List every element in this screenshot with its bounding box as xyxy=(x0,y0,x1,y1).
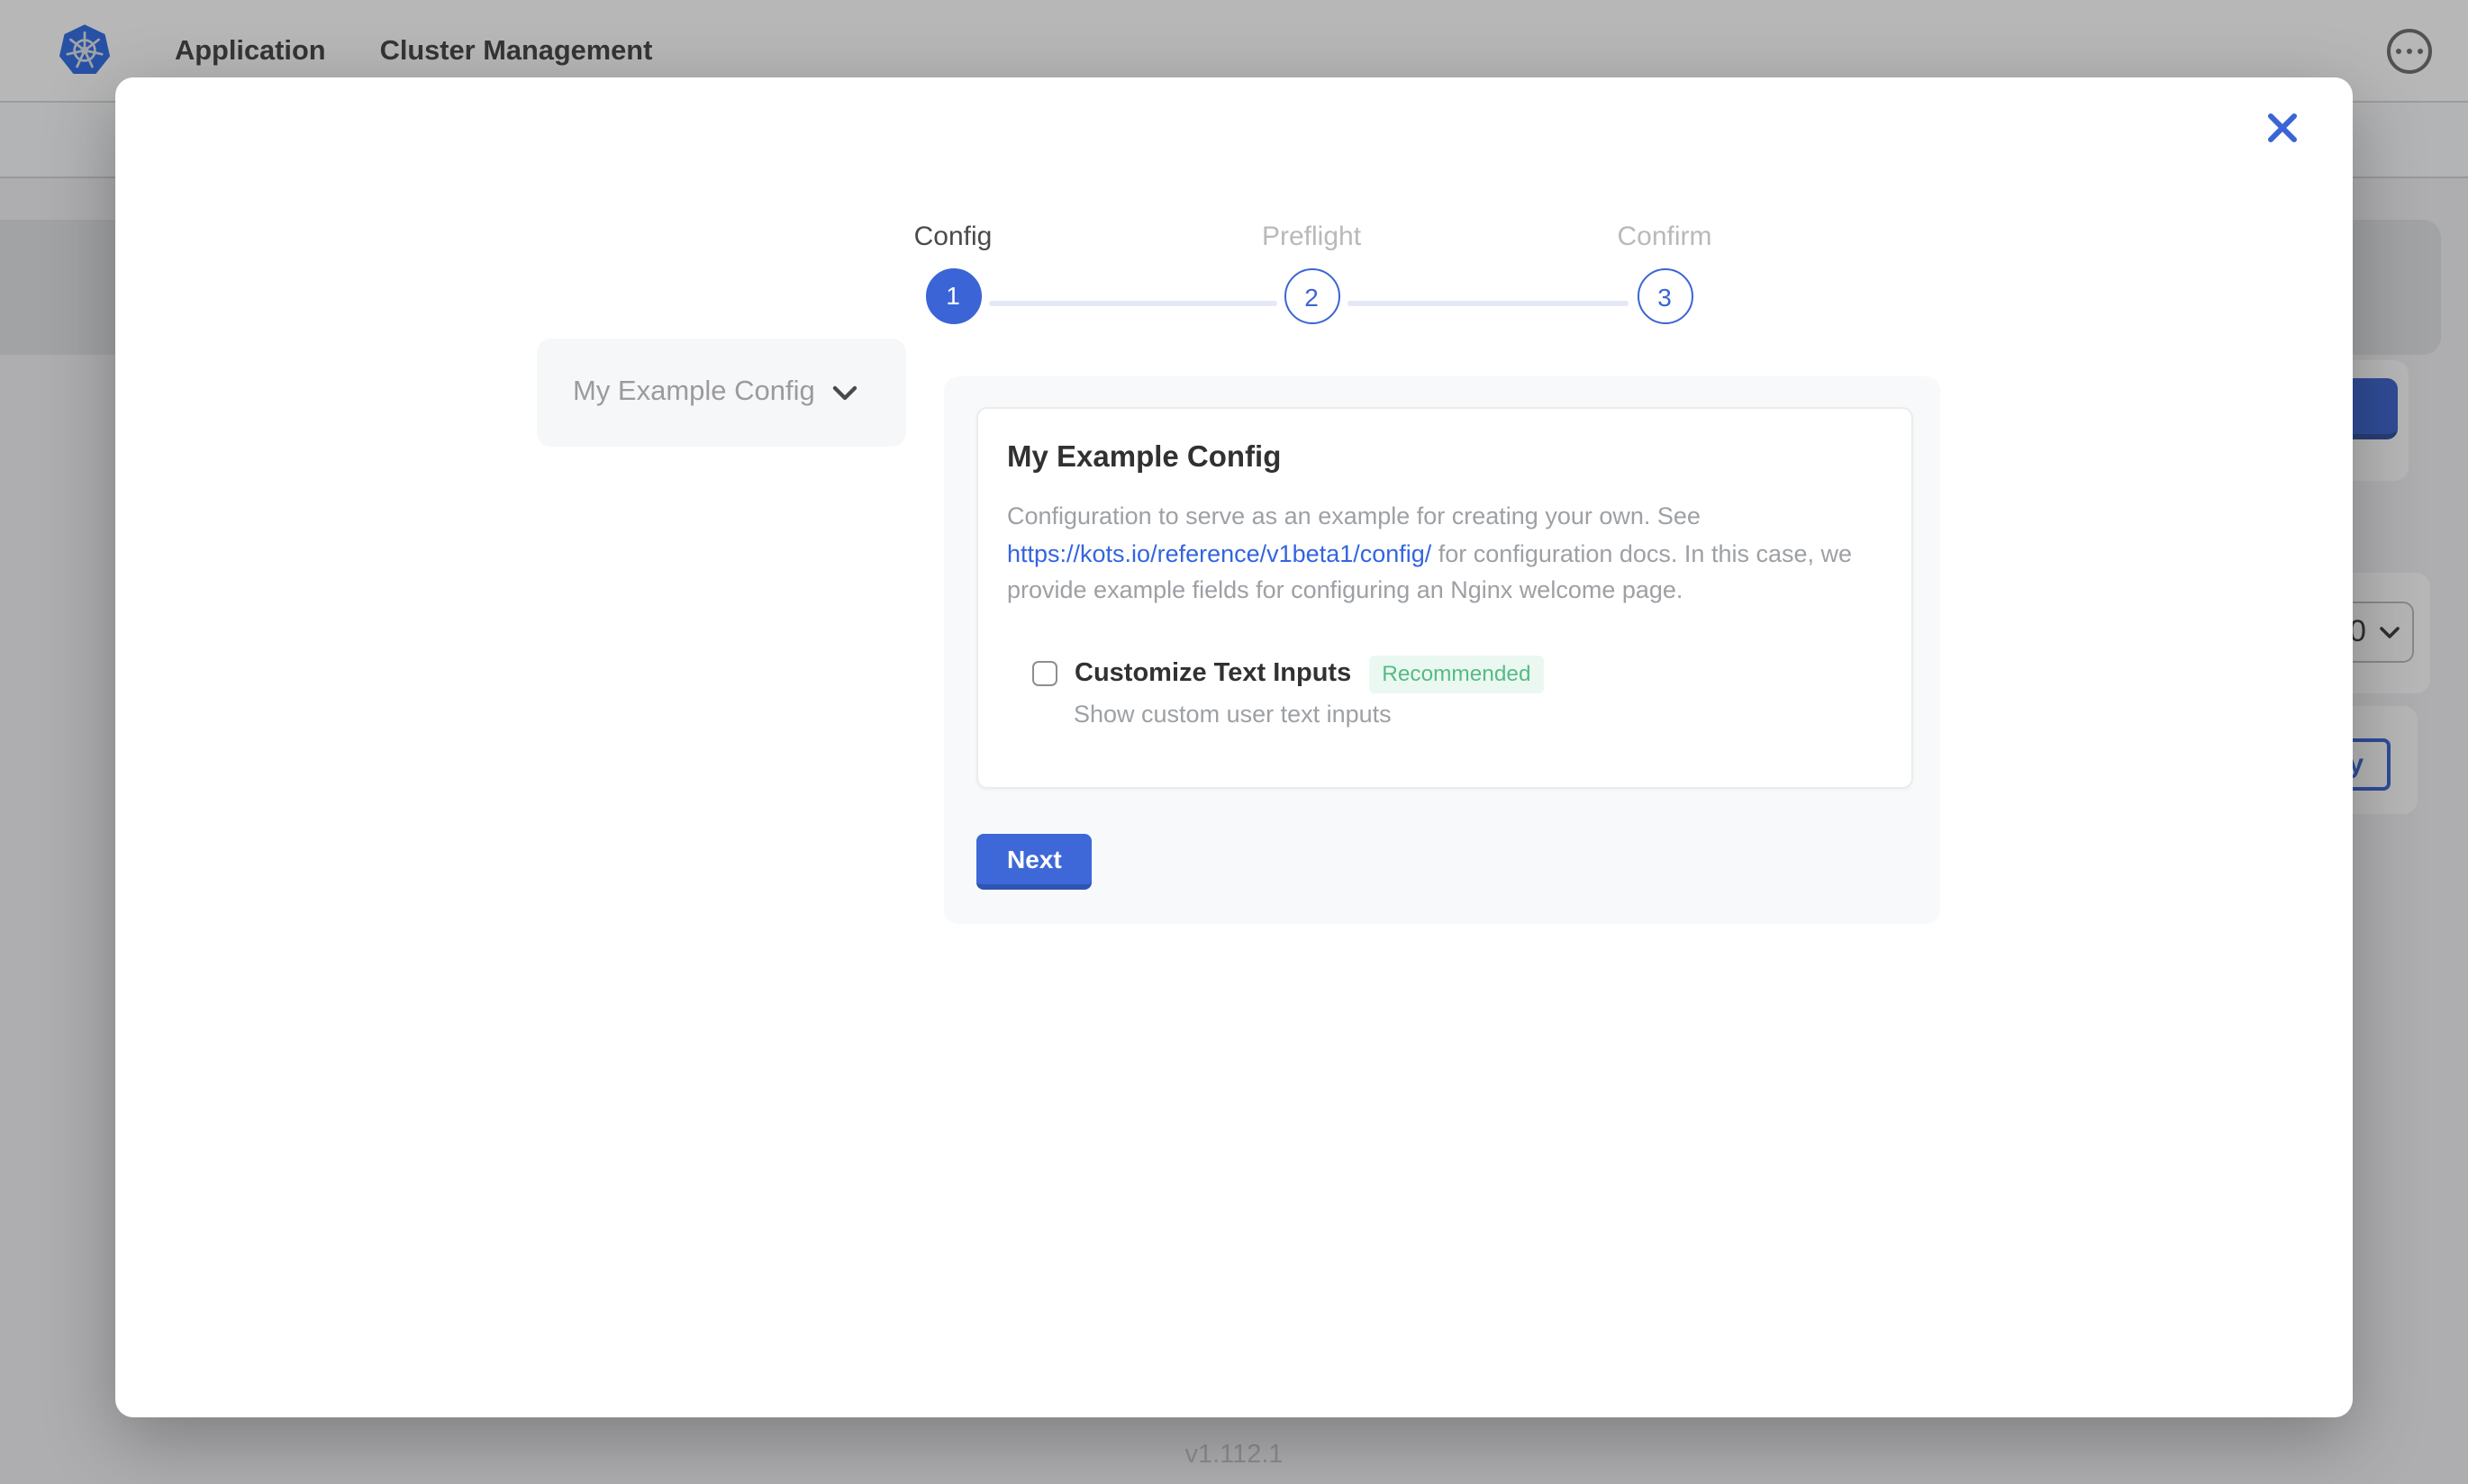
customize-text-inputs-label[interactable]: Customize Text Inputs xyxy=(1075,659,1351,688)
app-viewport: Application Cluster Management 0 y v1.11… xyxy=(0,0,2468,1484)
config-group-title: My Example Config xyxy=(1007,441,1883,475)
description-text: Configuration to serve as an example for… xyxy=(1007,502,1701,529)
step-circle: 2 xyxy=(1284,268,1339,324)
option-row: Customize Text Inputs Recommended xyxy=(1032,655,1883,692)
stepper-connector xyxy=(989,301,1277,306)
step-circle: 1 xyxy=(925,268,981,324)
config-group-selector[interactable]: My Example Config xyxy=(537,339,906,447)
stepper-step-preflight: Preflight 2 xyxy=(1185,222,1438,324)
stepper-step-config: Config 1 xyxy=(827,222,1079,324)
config-wizard-modal: Config 1 Preflight 2 Confirm 3 My Exampl… xyxy=(115,77,2353,1417)
config-group-card: My Example Config Configuration to serve… xyxy=(976,407,1913,789)
stepper-connector xyxy=(1347,301,1629,306)
step-label: Confirm xyxy=(1538,222,1791,252)
config-docs-link[interactable]: https://kots.io/reference/v1beta1/config… xyxy=(1007,539,1431,566)
config-group-description: Configuration to serve as an example for… xyxy=(1007,499,1886,610)
next-button[interactable]: Next xyxy=(976,834,1093,890)
step-label: Config xyxy=(827,222,1079,252)
recommended-badge: Recommended xyxy=(1369,655,1543,692)
config-group-selector-label: My Example Config xyxy=(573,376,815,409)
customize-text-inputs-checkbox[interactable] xyxy=(1032,662,1057,686)
customize-text-inputs-help: Show custom user text inputs xyxy=(1074,700,1911,727)
chevron-down-icon xyxy=(833,385,858,401)
close-icon[interactable] xyxy=(2261,106,2304,149)
config-panel: My Example Config Configuration to serve… xyxy=(944,376,1940,924)
stepper-step-confirm: Confirm 3 xyxy=(1538,222,1791,324)
step-label: Preflight xyxy=(1185,222,1438,252)
step-circle: 3 xyxy=(1637,268,1692,324)
